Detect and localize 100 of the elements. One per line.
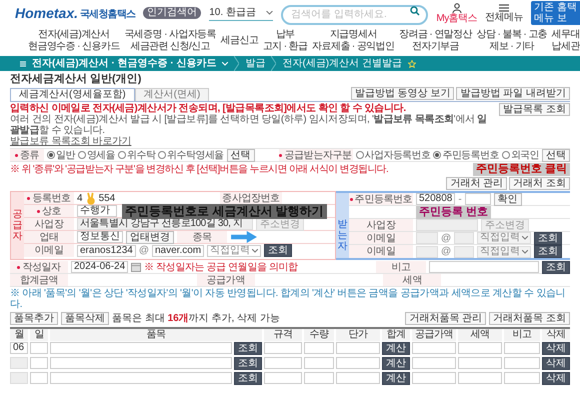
resident-number-field[interactable]: [464, 193, 491, 205]
breadcrumb-section[interactable]: 전자(세금)계산서 · 현금영수증 · 신용카드: [32, 56, 216, 71]
resident-number-field[interactable]: 520808: [416, 193, 456, 205]
item-button[interactable]: 품목삭제: [61, 312, 109, 325]
item-field[interactable]: [50, 357, 232, 369]
email-domain-field[interactable]: [454, 232, 474, 244]
spec-field[interactable]: [264, 342, 302, 354]
month-field[interactable]: 06: [10, 342, 28, 354]
nav-menu-item[interactable]: 세금신고: [220, 35, 258, 47]
calculate-button[interactable]: 계산: [382, 342, 410, 355]
note-field[interactable]: [504, 372, 540, 384]
nav-menu-item[interactable]: 세무대 납세관: [552, 29, 580, 53]
confirm-button[interactable]: 확인: [494, 192, 522, 206]
nav-menu-item[interactable]: 지급명세서 자료제출 · 공익법인: [312, 29, 394, 53]
lookup-button[interactable]: 조회: [234, 342, 262, 355]
tab[interactable]: 세금계산서(영세율포함): [10, 88, 135, 101]
day-field[interactable]: [30, 342, 48, 354]
lookup-button[interactable]: 조회: [534, 245, 562, 258]
search-field[interactable]: 검색어를 입력하세요.: [281, 4, 428, 24]
popular-term-select[interactable]: 10. 환급금: [209, 5, 274, 21]
quantity-field[interactable]: [304, 372, 334, 384]
guide-button[interactable]: 발급방법 파일 내려받기: [456, 87, 570, 100]
radio-button[interactable]: [118, 151, 126, 159]
nav-menu-item[interactable]: 납부 고지 · 환급: [262, 29, 308, 53]
partner-button[interactable]: 거래처 관리: [446, 177, 508, 190]
delete-button[interactable]: 삭제: [542, 357, 570, 370]
note-field[interactable]: [504, 357, 540, 369]
radio-button[interactable]: [502, 151, 510, 159]
unit-price-field[interactable]: [336, 357, 380, 369]
item-field[interactable]: [50, 342, 232, 354]
item-button[interactable]: 품목추가: [10, 312, 58, 325]
email-id-field[interactable]: [416, 246, 438, 258]
chevron-down-icon[interactable]: [222, 62, 228, 66]
date-field[interactable]: 2024-06-24: [71, 261, 128, 273]
tab[interactable]: 계산서(면세): [134, 88, 210, 101]
tax-field[interactable]: [458, 342, 502, 354]
nav-menu-item[interactable]: 장려금 · 연말정산 전자기부금: [399, 29, 472, 53]
spec-field[interactable]: [264, 357, 302, 369]
lookup-button[interactable]: 조회: [542, 260, 570, 274]
email-domain-field[interactable]: naver.com: [152, 244, 204, 256]
all-menu-link[interactable]: 전체메뉴: [485, 4, 524, 22]
spec-field[interactable]: [264, 372, 302, 384]
partner-item-button[interactable]: 거래처품목 관리: [405, 312, 486, 325]
domain-select[interactable]: 직접입력: [207, 244, 262, 256]
lookup-button[interactable]: 조회: [264, 244, 292, 257]
hold-list-link[interactable]: 발급보류 목록조회 바로가기: [10, 136, 132, 147]
calculate-button[interactable]: 계산: [382, 372, 410, 385]
lookup-button[interactable]: 조회: [234, 372, 262, 385]
unit-price-field[interactable]: [336, 372, 380, 384]
month-field[interactable]: [10, 372, 28, 384]
quantity-field[interactable]: [304, 342, 334, 354]
address-field[interactable]: [416, 219, 478, 231]
address-field[interactable]: 서울특별시 강남구 선릉로100길 30, 지: [77, 218, 253, 230]
select-button[interactable]: 선택: [542, 148, 570, 162]
company-name-field[interactable]: 수행가: [77, 205, 117, 217]
breadcrumb-item[interactable]: 전자(세금)계산서 건별발급: [282, 56, 402, 71]
menu-icon[interactable]: [20, 60, 26, 66]
guide-button[interactable]: 발급방법 동영상 보기: [350, 87, 454, 100]
supply-amount-field[interactable]: [412, 372, 456, 384]
partner-button[interactable]: 거래처 조회: [509, 177, 570, 190]
radio-button[interactable]: [78, 151, 86, 159]
day-field[interactable]: [30, 357, 48, 369]
calendar-icon[interactable]: [131, 262, 142, 272]
email-id-field[interactable]: [416, 232, 438, 244]
supply-amount-field[interactable]: [412, 342, 456, 354]
nav-menu-item[interactable]: 국세증명 · 사업자등록 세금관련 신청/신고: [124, 29, 216, 53]
logo[interactable]: Hometax.국세청홈택스: [15, 5, 136, 21]
radio-button[interactable]: [158, 151, 166, 159]
select-button[interactable]: 선택: [226, 148, 255, 162]
tax-field[interactable]: [458, 372, 502, 384]
calculate-button[interactable]: 계산: [382, 357, 410, 370]
search-icon[interactable]: [410, 6, 420, 16]
lookup-button[interactable]: 조회: [534, 232, 562, 244]
month-field[interactable]: [10, 357, 28, 369]
lookup-button[interactable]: 조회: [234, 357, 262, 370]
radio-button[interactable]: [356, 151, 364, 159]
delete-button[interactable]: 삭제: [542, 342, 570, 355]
memo-field[interactable]: [429, 261, 539, 273]
business-change-button[interactable]: 업태변경: [126, 230, 174, 244]
email-id-field[interactable]: eranos1234: [77, 244, 136, 256]
unit-price-field[interactable]: [336, 342, 380, 354]
star-icon[interactable]: [408, 60, 416, 68]
nav-menu-item[interactable]: 상담 · 불복 · 고충 제보 · 기타: [476, 29, 548, 53]
nav-menu-item[interactable]: 전자(세금)계산서 현금영수증 · 신용카드: [28, 29, 120, 53]
tax-field[interactable]: [458, 357, 502, 369]
radio-button[interactable]: [47, 151, 55, 159]
radio-button[interactable]: [433, 151, 442, 159]
business-type-field[interactable]: 정보통신: [77, 231, 123, 243]
issue-list-button[interactable]: 발급목록 조회: [499, 103, 570, 116]
legacy-menu-button[interactable]: 기존 홈택 메뉴 보: [531, 1, 580, 25]
day-field[interactable]: [30, 372, 48, 384]
supply-amount-field[interactable]: [412, 357, 456, 369]
email-domain-field[interactable]: [454, 246, 474, 258]
my-hometax-link[interactable]: My홈택스: [436, 2, 478, 24]
quantity-field[interactable]: [304, 357, 334, 369]
breadcrumb-item[interactable]: 발급: [245, 56, 266, 71]
item-field[interactable]: [50, 372, 232, 384]
note-field[interactable]: [504, 342, 540, 354]
delete-button[interactable]: 삭제: [542, 372, 570, 385]
partner-item-button[interactable]: 거래처품목 조회: [489, 312, 570, 325]
